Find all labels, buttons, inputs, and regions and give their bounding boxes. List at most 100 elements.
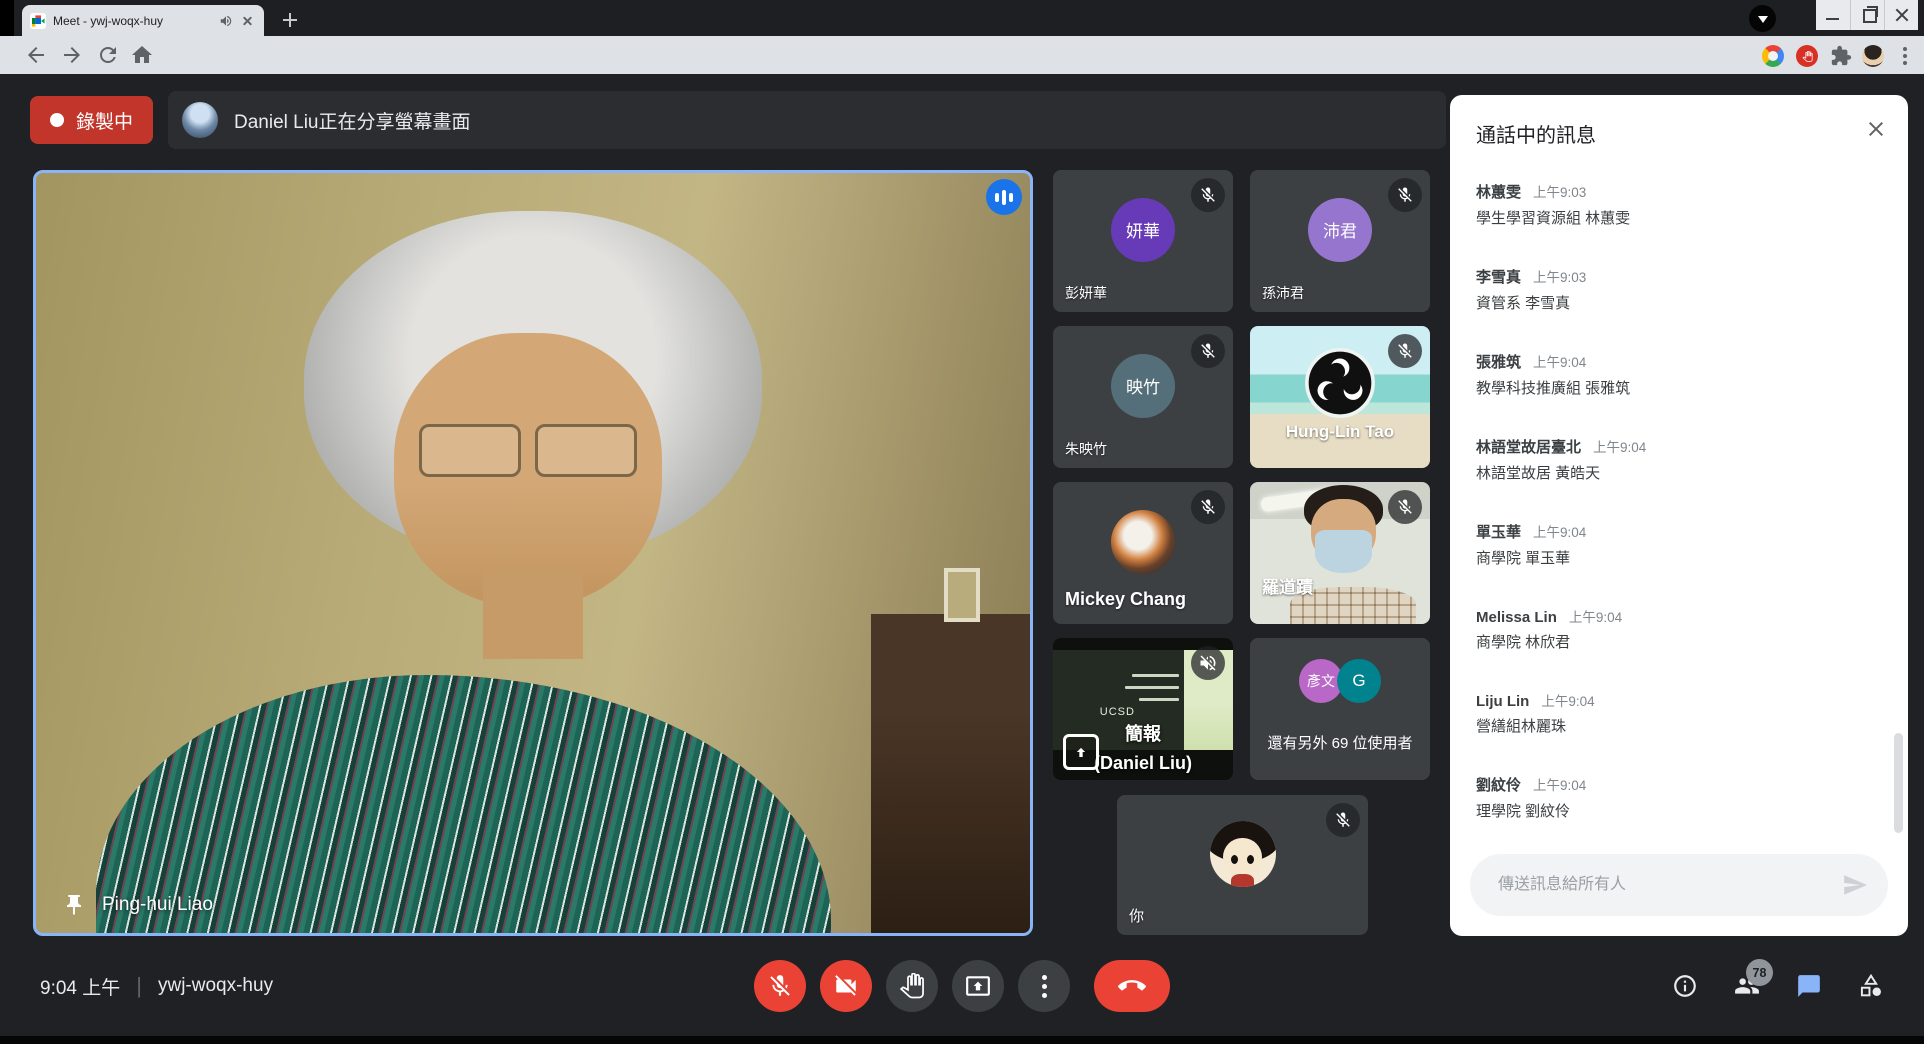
- message-text: 教學科技推廣組 張雅筑: [1476, 378, 1864, 400]
- presentation-tile[interactable]: UCSD 簡報 (Daniel Liu): [1053, 638, 1233, 780]
- cat-photo-avatar: [1111, 510, 1175, 574]
- chat-input-container: [1470, 854, 1888, 916]
- message-time: 上午9:04: [1533, 351, 1586, 371]
- slide-text: UCSD: [1100, 706, 1135, 718]
- profile-avatar[interactable]: [1862, 45, 1884, 67]
- pin-icon: [62, 893, 86, 917]
- participant-tile[interactable]: 沛君 孫沛君: [1250, 170, 1430, 312]
- mic-toggle-button[interactable]: [754, 960, 806, 1012]
- audio-muted-icon: [1191, 646, 1225, 680]
- separator: |: [136, 973, 142, 999]
- message-time: 上午9:04: [1541, 690, 1594, 710]
- message-text: 林語堂故居 黃皓天: [1476, 463, 1864, 485]
- message-sender: 林蕙雯: [1476, 181, 1521, 202]
- participant-name: 朱映竹: [1065, 439, 1107, 459]
- minimize-button[interactable]: [1816, 0, 1850, 30]
- message-time: 上午9:03: [1533, 266, 1586, 286]
- window-controls: [1816, 0, 1918, 30]
- close-window-button[interactable]: [1884, 0, 1918, 30]
- message-text: 資管系 李雪真: [1476, 293, 1864, 315]
- chat-message: 劉紋伶上午9:04 理學院 劉紋伶: [1476, 774, 1864, 823]
- more-options-button[interactable]: [1018, 960, 1070, 1012]
- self-tile[interactable]: 你: [1117, 795, 1368, 935]
- message-sender: 劉紋伶: [1476, 774, 1521, 795]
- presenter-avatar: [182, 102, 218, 138]
- speaking-indicator-icon: [986, 179, 1022, 215]
- overflow-count-label: 還有另外 69 位使用者: [1267, 732, 1412, 753]
- extension-blocker-icon[interactable]: [1796, 45, 1818, 67]
- participant-tile[interactable]: Hung-Lin Tao: [1250, 326, 1430, 468]
- browser-menu-icon[interactable]: [1896, 45, 1914, 67]
- chat-message: Melissa Lin上午9:04 商學院 林欣君: [1476, 606, 1864, 654]
- chat-message: 林蕙雯上午9:03 學生學習資源組 林蕙雯: [1476, 181, 1864, 230]
- close-chat-icon[interactable]: [1864, 117, 1888, 141]
- mic-muted-icon: [1191, 178, 1225, 212]
- camera-toggle-button[interactable]: [820, 960, 872, 1012]
- chat-message: 林語堂故居臺北上午9:04 林語堂故居 黃皓天: [1476, 436, 1864, 485]
- restore-button[interactable]: [1850, 0, 1884, 30]
- browser-tab[interactable]: Meet - ywj-woqx-huy: [22, 5, 264, 36]
- meeting-details-icon[interactable]: [1672, 973, 1698, 999]
- avatar-shirt: [1231, 874, 1253, 887]
- send-message-icon[interactable]: [1842, 872, 1868, 898]
- message-text: 理學院 劉紋伶: [1476, 801, 1864, 823]
- tab-audio-icon[interactable]: [219, 14, 233, 28]
- meet-logo-icon: [30, 13, 46, 29]
- avatar-face: [1223, 838, 1261, 876]
- participant-name: 孫沛君: [1262, 283, 1304, 303]
- forward-icon[interactable]: [60, 43, 84, 67]
- chat-toggle-icon[interactable]: [1796, 973, 1822, 999]
- message-text: 商學院 單玉華: [1476, 548, 1864, 570]
- participant-tile[interactable]: 羅道蹟: [1250, 482, 1430, 624]
- window-bottom-edge: [0, 1036, 1924, 1044]
- presenting-text: Daniel Liu正在分享螢幕畫面: [234, 107, 471, 134]
- mic-muted-icon: [1388, 334, 1422, 368]
- message-time: 上午9:04: [1593, 436, 1646, 456]
- chat-message-input[interactable]: [1496, 875, 1842, 895]
- message-sender: Liju Lin: [1476, 693, 1529, 710]
- extensions-puzzle-icon[interactable]: [1830, 45, 1852, 67]
- mic-muted-icon: [1191, 334, 1225, 368]
- new-tab-button[interactable]: [278, 8, 302, 32]
- main-video-tile[interactable]: Ping-hui Liao: [33, 170, 1033, 936]
- participants-button[interactable]: 78: [1734, 973, 1760, 999]
- self-name: 你: [1129, 905, 1144, 926]
- present-button[interactable]: [952, 960, 1004, 1012]
- overflow-tile[interactable]: 彥文 G 還有另外 69 位使用者: [1250, 638, 1430, 780]
- reload-icon[interactable]: [96, 43, 120, 67]
- window-edge: [0, 0, 14, 36]
- message-time: 上午9:04: [1533, 521, 1586, 541]
- wall-frame: [944, 568, 980, 622]
- mic-muted-icon: [1388, 178, 1422, 212]
- home-icon[interactable]: [130, 43, 154, 67]
- obs-logo-icon: [1304, 347, 1376, 419]
- chat-message: 張雅筑上午9:04 教學科技推廣組 張雅筑: [1476, 351, 1864, 400]
- chat-message: 李雪真上午9:03 資管系 李雪真: [1476, 266, 1864, 315]
- participant-name: 彭妍華: [1065, 283, 1107, 303]
- hang-up-button[interactable]: [1094, 960, 1170, 1012]
- participant-tile[interactable]: 映竹 朱映竹: [1053, 326, 1233, 468]
- overflow-avatar: G: [1337, 659, 1381, 703]
- message-text: 營繕組林麗珠: [1476, 716, 1864, 738]
- participant-tile[interactable]: Mickey Chang: [1053, 482, 1233, 624]
- tab-close-icon[interactable]: [240, 13, 256, 29]
- back-icon[interactable]: [24, 43, 48, 67]
- participant-name: 羅道蹟: [1262, 573, 1313, 598]
- speaker-neck: [483, 568, 582, 659]
- tab-title: Meet - ywj-woqx-huy: [53, 14, 212, 28]
- meeting-code: ywj-woqx-huy: [158, 975, 273, 997]
- extension-google-icon[interactable]: [1762, 45, 1784, 67]
- participant-tile[interactable]: 妍華 彭妍華: [1053, 170, 1233, 312]
- chat-scrollbar[interactable]: [1894, 733, 1903, 833]
- participant-name: Hung-Lin Tao: [1286, 422, 1394, 442]
- recording-chip: 錄製中: [30, 96, 153, 144]
- participant-avatar: 映竹: [1111, 354, 1175, 418]
- tab-search-icon[interactable]: [1749, 5, 1776, 32]
- message-time: 上午9:03: [1533, 181, 1586, 201]
- mic-muted-icon: [1388, 490, 1422, 524]
- activities-icon[interactable]: [1858, 973, 1884, 999]
- raise-hand-button[interactable]: [886, 960, 938, 1012]
- chat-message: 單玉華上午9:04 商學院 單玉華: [1476, 521, 1864, 570]
- mic-muted-icon: [1326, 803, 1360, 837]
- meet-app: 錄製中 Daniel Liu正在分享螢幕畫面 Ping-hui Liao 妍華 …: [0, 74, 1924, 1036]
